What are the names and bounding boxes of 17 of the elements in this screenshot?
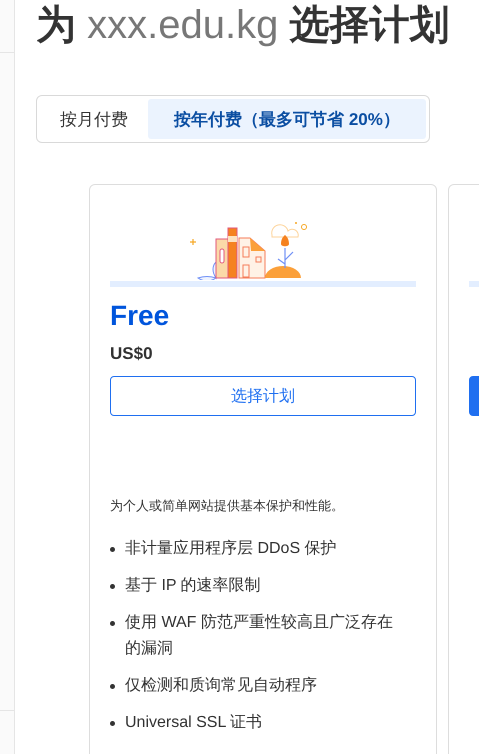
plan-price: US$0 [110,343,154,365]
feature-item: Universal SSL 证书 [125,712,264,733]
feature-item: 仅检测和质询常见自动程序 [125,676,318,696]
bullet-icon [110,721,115,726]
plan-name: Free [110,299,170,333]
bullet-icon [110,547,115,552]
billing-tab[interactable]: 按年付费（最多可节省 20%） [148,99,426,139]
page-title: 为 xxx.edu.kg 选择计划 [36,2,450,49]
bullet-icon [110,621,115,626]
feature-item: 使用 WAF 防范严重性较高且广泛存在的漏洞 [125,612,394,659]
feature-item: 非计量应用程序层 DDoS 保护 [125,538,338,559]
billing-tab[interactable]: 按月付费 [40,99,148,139]
select-plan-button[interactable]: 选择计划 [110,376,416,416]
feature-item: 基于 IP 的速率限制 [125,576,262,596]
plan-description: 为个人或简单网站提供基本保护和性能。 [110,497,345,515]
bullet-icon [110,584,115,589]
bullet-icon [110,684,115,689]
